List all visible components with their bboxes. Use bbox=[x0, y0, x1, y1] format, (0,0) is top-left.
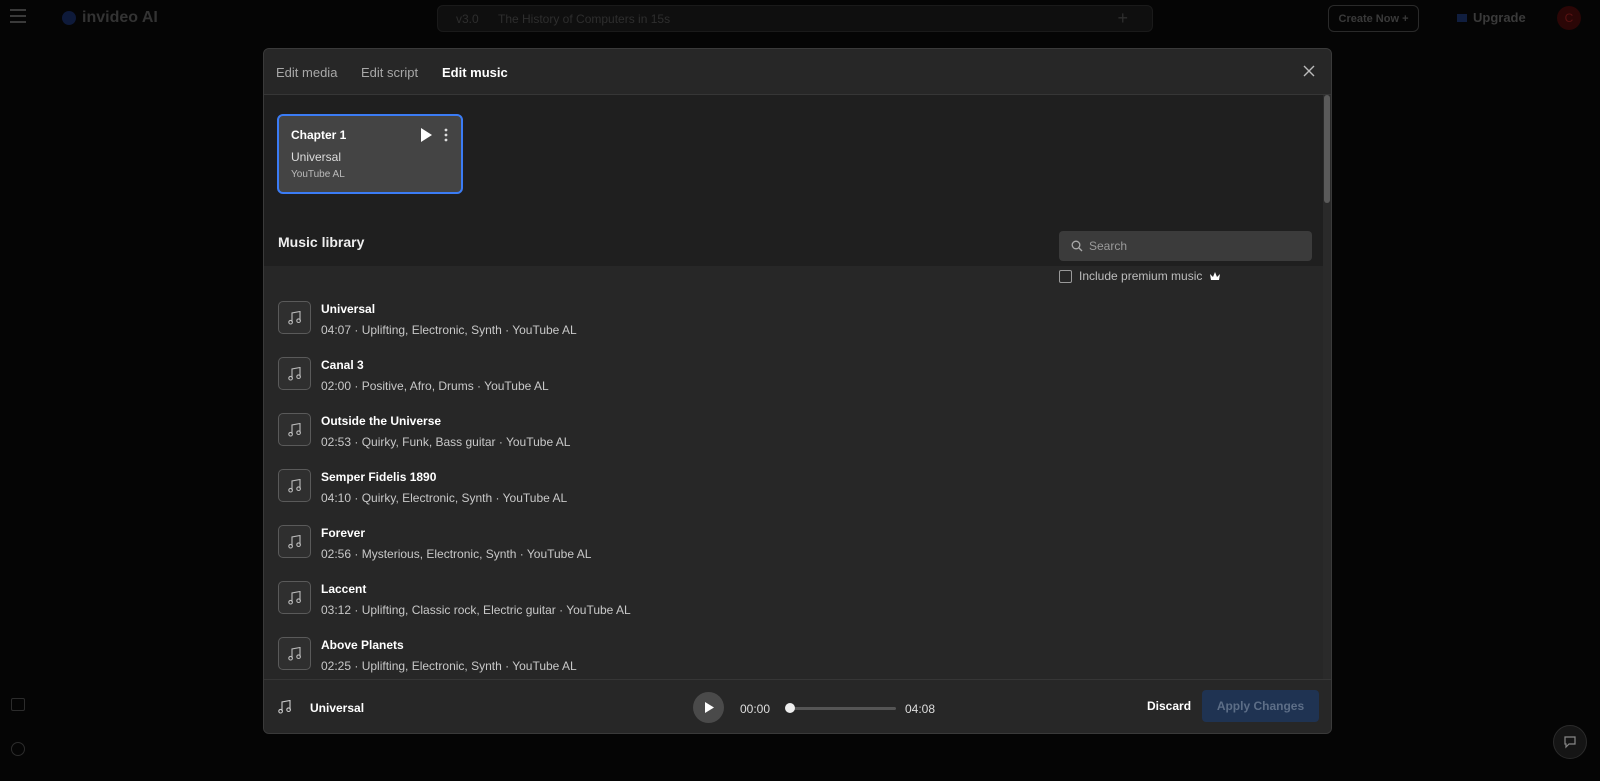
modal-scrollbar[interactable] bbox=[1323, 95, 1331, 726]
scrollbar-thumb[interactable] bbox=[1324, 95, 1330, 203]
gem-icon bbox=[1457, 13, 1467, 22]
more-vertical-icon[interactable] bbox=[443, 127, 449, 143]
track-item[interactable]: Canal 3 02:00 · Positive, Afro, Drums · Y… bbox=[278, 357, 1178, 405]
track-name: Universal bbox=[321, 302, 376, 316]
tab-edit-music[interactable]: Edit music bbox=[442, 65, 508, 80]
music-note-icon bbox=[288, 590, 301, 605]
close-button[interactable] bbox=[1301, 63, 1317, 79]
edit-music-modal: Edit media Edit script Edit music Chapte… bbox=[263, 48, 1332, 734]
track-item[interactable]: Semper Fidelis 1890 04:10 · Quirky, Elect… bbox=[278, 469, 1178, 517]
tab-edit-media[interactable]: Edit media bbox=[276, 65, 337, 80]
project-title: The History of Computers in 15s bbox=[498, 12, 671, 26]
upgrade-label: Upgrade bbox=[1473, 10, 1526, 25]
duration: 04:08 bbox=[905, 702, 936, 716]
track-icon[interactable] bbox=[278, 637, 311, 670]
search-input[interactable] bbox=[1089, 231, 1304, 261]
track-meta: 04:10 · Quirky, Electronic, Synth · YouT… bbox=[321, 491, 568, 505]
chapter-track: Universal bbox=[291, 150, 342, 164]
logo-text: invideo AI bbox=[82, 9, 158, 26]
current-track-title: Universal bbox=[310, 701, 365, 715]
track-name: Canal 3 bbox=[321, 358, 364, 372]
premium-label: Include premium music bbox=[1079, 269, 1203, 283]
chat-icon bbox=[1564, 736, 1576, 749]
version-label: v3.0 bbox=[456, 12, 479, 26]
track-icon[interactable] bbox=[278, 301, 311, 334]
track-meta: 02:00 · Positive, Afro, Drums · YouTube … bbox=[321, 379, 549, 393]
music-note-icon bbox=[288, 310, 301, 325]
player-play-button[interactable] bbox=[693, 692, 724, 723]
track-item[interactable]: Universal 04:07 · Uplifting, Electronic, … bbox=[278, 301, 1178, 349]
track-icon[interactable] bbox=[278, 413, 311, 446]
logo-icon bbox=[62, 11, 76, 25]
avatar[interactable]: C bbox=[1557, 6, 1581, 30]
tab-edit-script[interactable]: Edit script bbox=[361, 65, 418, 80]
history-icon[interactable] bbox=[11, 742, 25, 756]
music-note-icon bbox=[288, 534, 301, 549]
crown-icon bbox=[1210, 272, 1221, 280]
track-item[interactable]: Laccent 03:12 · Uplifting, Classic rock, … bbox=[278, 581, 1178, 629]
chat-button[interactable] bbox=[1553, 725, 1587, 759]
track-meta: 02:25 · Uplifting, Electronic, Synth · Y… bbox=[321, 659, 577, 673]
current-time: 00:00 bbox=[740, 702, 771, 716]
plus-icon[interactable]: + bbox=[1117, 8, 1128, 29]
modal-header: Edit media Edit script Edit music bbox=[264, 49, 1331, 95]
search-icon bbox=[1071, 240, 1083, 252]
track-item[interactable]: Forever 02:56 · Mysterious, Electronic, S… bbox=[278, 525, 1178, 573]
project-title-bar[interactable]: v3.0 The History of Computers in 15s + bbox=[437, 5, 1153, 32]
premium-toggle[interactable]: Include premium music bbox=[1059, 269, 1221, 283]
track-icon[interactable] bbox=[278, 525, 311, 558]
track-item[interactable]: Outside the Universe 02:53 · Quirky, Funk… bbox=[278, 413, 1178, 461]
chapter-source: YouTube AL bbox=[291, 169, 345, 180]
track-item[interactable]: Above Planets 02:25 · Uplifting, Electron… bbox=[278, 637, 1178, 685]
track-meta: 03:12 · Uplifting, Classic rock, Electri… bbox=[321, 603, 631, 617]
track-name: Laccent bbox=[321, 582, 367, 596]
apply-changes-button[interactable]: Apply Changes bbox=[1202, 690, 1319, 722]
track-meta: 02:53 · Quirky, Funk, Bass guitar · YouT… bbox=[321, 435, 571, 449]
track-icon[interactable] bbox=[278, 357, 311, 390]
upgrade-button[interactable]: Upgrade bbox=[1457, 10, 1526, 25]
close-icon bbox=[1303, 65, 1315, 77]
premium-checkbox[interactable] bbox=[1059, 269, 1072, 283]
track-name: Forever bbox=[321, 526, 366, 540]
menu-icon[interactable] bbox=[10, 9, 26, 23]
progress-bar[interactable] bbox=[785, 703, 896, 713]
track-icon[interactable] bbox=[278, 581, 311, 614]
music-library-title: Music library bbox=[278, 234, 365, 250]
grid-icon[interactable] bbox=[11, 698, 25, 711]
music-note-icon bbox=[288, 422, 301, 437]
music-note-icon bbox=[288, 366, 301, 381]
player-footer: Universal 00:00 04:08 Discard Apply Chan… bbox=[264, 679, 1331, 733]
search-box[interactable] bbox=[1059, 231, 1312, 261]
top-bar: invideo AI v3.0 The History of Computers… bbox=[0, 0, 1600, 36]
create-now-button[interactable]: Create Now + bbox=[1328, 5, 1419, 32]
play-icon[interactable] bbox=[419, 127, 433, 143]
track-meta: 02:56 · Mysterious, Electronic, Synth · … bbox=[321, 547, 592, 561]
track-name: Above Planets bbox=[321, 638, 404, 652]
track-name: Outside the Universe bbox=[321, 414, 442, 428]
music-note-icon bbox=[288, 478, 301, 493]
play-icon bbox=[704, 702, 714, 713]
music-note-icon bbox=[288, 646, 301, 661]
chapter-card[interactable]: Chapter 1 Universal YouTube AL bbox=[277, 114, 463, 194]
app-logo[interactable]: invideo AI bbox=[62, 9, 158, 27]
progress-knob[interactable] bbox=[785, 703, 795, 713]
music-note-icon bbox=[278, 700, 291, 714]
track-meta: 04:07 · Uplifting, Electronic, Synth · Y… bbox=[321, 323, 577, 337]
track-name: Semper Fidelis 1890 bbox=[321, 470, 437, 484]
discard-button[interactable]: Discard bbox=[1147, 699, 1191, 713]
track-icon[interactable] bbox=[278, 469, 311, 502]
track-list: Universal 04:07 · Uplifting, Electronic, … bbox=[278, 301, 1278, 727]
